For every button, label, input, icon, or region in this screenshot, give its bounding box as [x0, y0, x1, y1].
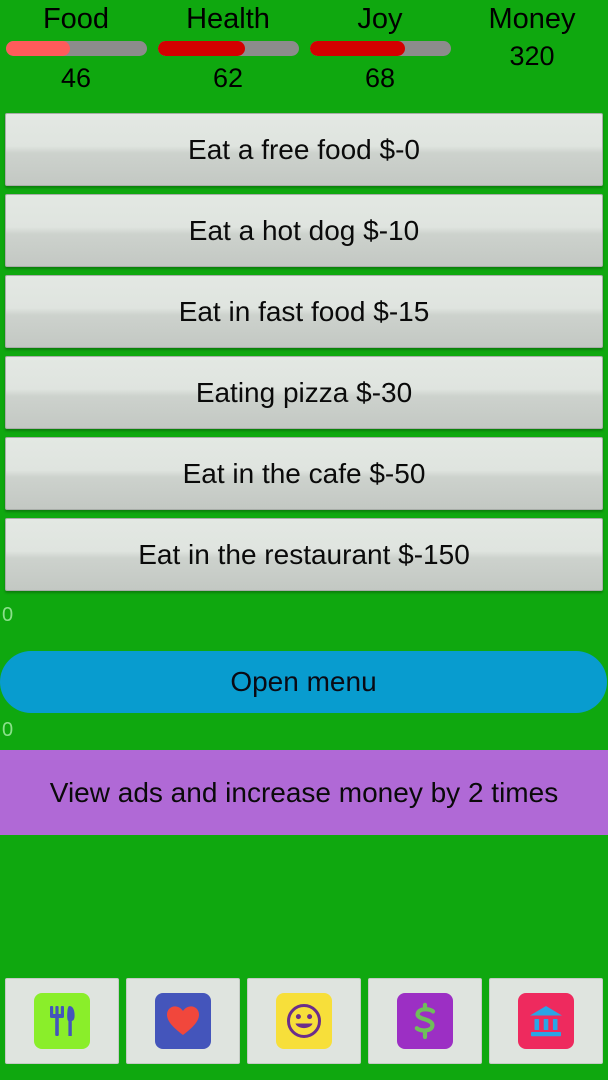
stat-value-money: 320 — [509, 41, 555, 71]
action-button-free-food[interactable]: Eat a free food $-0 — [5, 113, 603, 186]
nav-tile-food[interactable] — [5, 978, 119, 1064]
nav-tile-money[interactable] — [368, 978, 482, 1064]
stat-money: Money 320 — [456, 2, 608, 100]
fork-knife-icon — [34, 993, 90, 1049]
action-button-fast-food[interactable]: Eat in fast food $-15 — [5, 275, 603, 348]
ad-counter-bottom: 0 — [2, 719, 14, 741]
progress-bar-food — [5, 41, 147, 56]
stat-joy: Joy 68 — [304, 2, 456, 100]
action-button-list: Eat a free food $-0 Eat a hot dog $-10 E… — [0, 113, 608, 599]
dollar-icon — [397, 993, 453, 1049]
stat-value-health: 62 — [212, 63, 244, 93]
stats-bar: Food 46 Health 62 Joy 68 Money 320 — [0, 0, 608, 100]
bottom-navigation-bar — [0, 978, 608, 1064]
nav-tile-bank[interactable] — [489, 978, 603, 1064]
view-ads-button[interactable]: View ads and increase money by 2 times — [0, 750, 608, 835]
progress-bar-health — [157, 41, 299, 56]
stat-value-joy: 68 — [364, 63, 396, 93]
stat-health: Health 62 — [152, 2, 304, 100]
progress-fill-joy — [309, 41, 406, 56]
stat-label-money: Money — [488, 3, 576, 35]
bank-icon — [518, 993, 574, 1049]
open-menu-button[interactable]: Open menu — [0, 651, 607, 713]
game-screen: Food 46 Health 62 Joy 68 Money 320 Eat a… — [0, 0, 608, 1080]
nav-tile-health[interactable] — [126, 978, 240, 1064]
action-button-hot-dog[interactable]: Eat a hot dog $-10 — [5, 194, 603, 267]
nav-tile-joy[interactable] — [247, 978, 361, 1064]
stat-label-joy: Joy — [357, 3, 403, 35]
stat-label-health: Health — [186, 3, 270, 35]
progress-fill-food — [5, 41, 71, 56]
action-button-pizza[interactable]: Eating pizza $-30 — [5, 356, 603, 429]
stat-label-food: Food — [42, 3, 110, 35]
smiley-icon — [276, 993, 332, 1049]
stat-value-food: 46 — [60, 63, 92, 93]
progress-bar-joy — [309, 41, 451, 56]
action-button-cafe[interactable]: Eat in the cafe $-50 — [5, 437, 603, 510]
ad-counter-top: 0 — [2, 604, 14, 626]
heart-icon — [155, 993, 211, 1049]
progress-fill-health — [157, 41, 245, 56]
stat-food: Food 46 — [0, 2, 152, 100]
action-button-restaurant[interactable]: Eat in the restaurant $-150 — [5, 518, 603, 591]
